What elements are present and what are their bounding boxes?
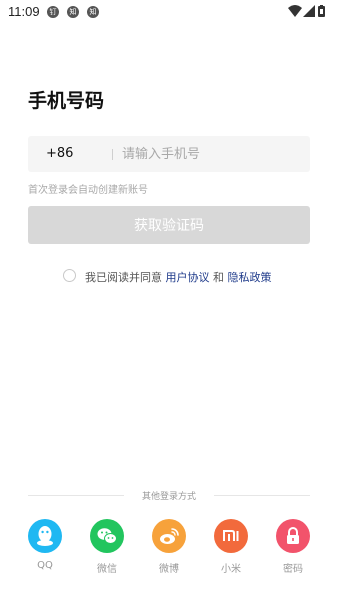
- wechat-icon[interactable]: [90, 519, 124, 553]
- phone-field[interactable]: +86: [28, 136, 310, 172]
- divider-line: [214, 495, 310, 496]
- login-label: QQ: [37, 560, 53, 571]
- login-wechat[interactable]: 微信: [82, 519, 132, 575]
- login-label: 小米: [221, 564, 241, 575]
- agreement-prefix: 我已阅读并同意: [85, 271, 166, 284]
- status-bar: 11:09 钉 知 知: [0, 0, 338, 24]
- notification-icon: 钉: [47, 6, 59, 18]
- status-time: 11:09: [8, 4, 40, 19]
- auto-register-hint: 首次登录会自动创建新账号: [28, 185, 148, 196]
- wifi-icon: [288, 5, 302, 17]
- qq-icon[interactable]: [28, 519, 62, 553]
- country-code-selector[interactable]: +86: [46, 146, 73, 161]
- notification-icon: 知: [87, 6, 99, 18]
- divider: [112, 149, 113, 160]
- login-label: 微博: [159, 564, 179, 575]
- privacy-policy-link[interactable]: 隐私政策: [228, 271, 272, 284]
- notification-icon: 知: [67, 6, 79, 18]
- login-password[interactable]: 密码: [268, 519, 318, 575]
- login-label: 微信: [97, 564, 117, 575]
- agreement-text: 我已阅读并同意 用户协议 和 隐私政策: [85, 269, 272, 285]
- phone-input[interactable]: [122, 143, 302, 165]
- login-weibo[interactable]: 微博: [144, 519, 194, 575]
- weibo-icon[interactable]: [152, 519, 186, 553]
- agree-checkbox[interactable]: [63, 269, 76, 282]
- login-xiaomi[interactable]: 小米: [206, 519, 256, 575]
- agreement-and: 和: [209, 271, 228, 284]
- lock-icon[interactable]: [276, 519, 310, 553]
- login-label: 密码: [283, 564, 303, 575]
- login-qq[interactable]: QQ: [20, 519, 70, 571]
- other-login-methods: QQ 微信 微博 小米 密码: [0, 519, 338, 579]
- get-code-button[interactable]: 获取验证码: [28, 206, 310, 244]
- other-login-divider: 其他登录方式: [28, 489, 310, 502]
- battery-icon: [318, 5, 325, 17]
- signal-icon: [303, 5, 315, 17]
- user-agreement-link[interactable]: 用户协议: [166, 271, 210, 284]
- page-title: 手机号码: [28, 90, 105, 112]
- xiaomi-icon[interactable]: [214, 519, 248, 553]
